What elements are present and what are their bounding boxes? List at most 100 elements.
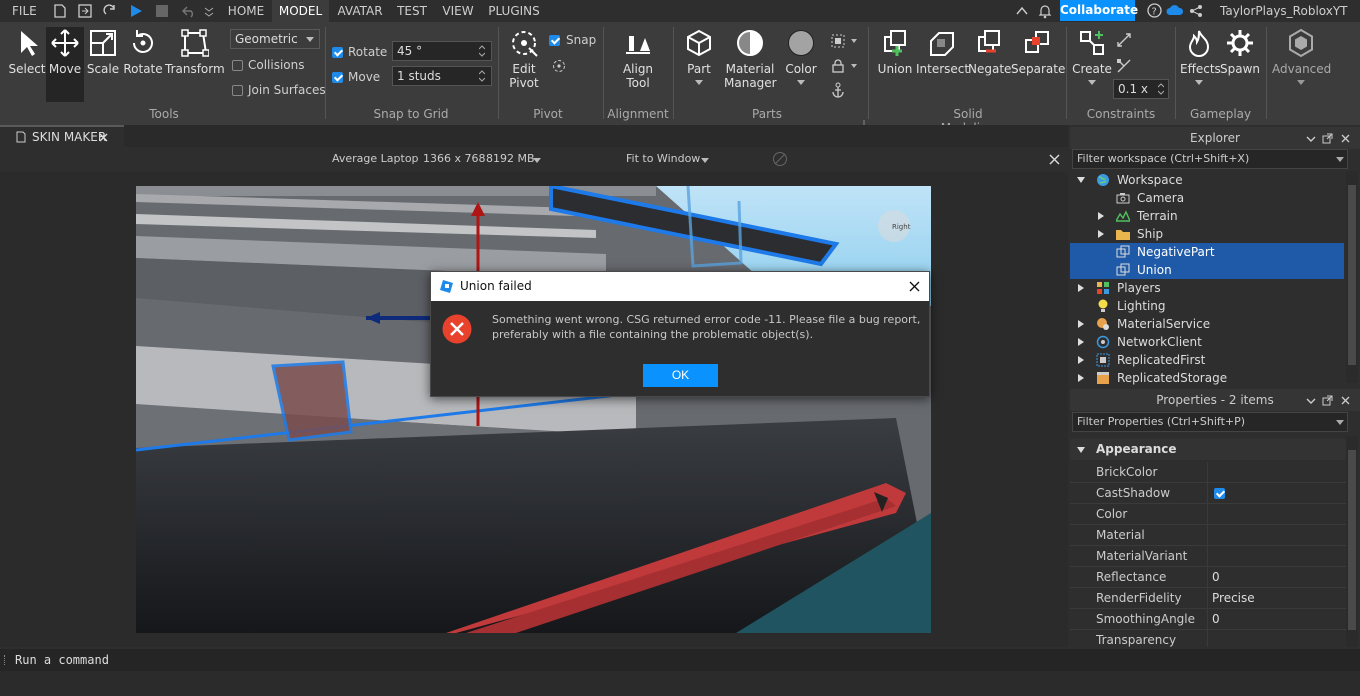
- tab-test[interactable]: TEST: [390, 0, 434, 22]
- chevron-down-icon[interactable]: [701, 158, 709, 163]
- constraint-details-icon[interactable]: [1116, 32, 1132, 52]
- castshadow-checkbox[interactable]: [1214, 488, 1225, 499]
- chevron-down-icon[interactable]: [533, 158, 541, 163]
- select-tool-button[interactable]: Select: [8, 28, 46, 76]
- 3d-viewport[interactable]: Right: [136, 186, 931, 633]
- tree-item-replicatedfirst[interactable]: ReplicatedFirst: [1070, 351, 1344, 369]
- collapse-ribbon-icon[interactable]: [1016, 5, 1028, 19]
- tree-item-ship[interactable]: Ship: [1070, 225, 1344, 243]
- popout-icon[interactable]: [1322, 395, 1333, 406]
- tree-item-replicatedstorage[interactable]: ReplicatedStorage: [1070, 369, 1344, 387]
- file-menu[interactable]: FILE: [12, 0, 37, 22]
- scrollbar-thumb[interactable]: [1348, 185, 1356, 365]
- help-icon[interactable]: ?: [1147, 3, 1162, 21]
- create-constraint-button[interactable]: Create: [1072, 28, 1112, 86]
- tab-plugins[interactable]: PLUGINS: [483, 0, 545, 22]
- constraint-scale-input[interactable]: 0.1 x: [1113, 79, 1169, 99]
- collapsed-arrow-icon[interactable]: [1078, 320, 1084, 328]
- expanded-arrow-icon[interactable]: [1077, 176, 1085, 184]
- edit-pivot-button[interactable]: Edit Pivot: [504, 28, 544, 90]
- property-row-color[interactable]: Color: [1070, 504, 1346, 525]
- property-row-reflectance[interactable]: Reflectance 0: [1070, 567, 1346, 588]
- property-row-materialvariant[interactable]: MaterialVariant: [1070, 546, 1346, 567]
- rotate-snap-checkbox[interactable]: [332, 47, 343, 58]
- tab-home[interactable]: HOME: [222, 0, 270, 22]
- spinner-icon[interactable]: [479, 70, 485, 82]
- notification-bell-icon[interactable]: [1038, 3, 1052, 22]
- property-value[interactable]: 0: [1212, 567, 1220, 588]
- anchor-icon[interactable]: [831, 82, 845, 102]
- properties-filter-input[interactable]: Filter Properties (Ctrl+Shift+P): [1072, 412, 1348, 432]
- collapsed-arrow-icon[interactable]: [1078, 356, 1084, 364]
- effects-button[interactable]: Effects: [1180, 28, 1221, 86]
- property-row-smoothingangle[interactable]: SmoothingAngle 0: [1070, 609, 1346, 630]
- undo-icon[interactable]: [182, 4, 196, 21]
- collapsed-arrow-icon[interactable]: [1078, 374, 1084, 382]
- transform-tool-button[interactable]: Transform: [165, 28, 225, 76]
- part-button[interactable]: Part: [680, 28, 718, 86]
- explorer-scrollbar[interactable]: [1346, 171, 1358, 383]
- tree-item-networkclient[interactable]: NetworkClient: [1070, 333, 1344, 351]
- collapsed-arrow-icon[interactable]: [1098, 230, 1104, 238]
- union-button[interactable]: Union: [874, 28, 916, 76]
- username-label[interactable]: TaylorPlays_RobloxYT: [1220, 0, 1348, 22]
- align-tool-button[interactable]: Align Tool: [613, 28, 663, 90]
- share-icon[interactable]: [1189, 4, 1203, 21]
- cloud-icon[interactable]: [1166, 4, 1184, 19]
- collapsed-arrow-icon[interactable]: [1078, 284, 1084, 292]
- pivot-snap-checkbox[interactable]: [549, 35, 560, 46]
- lock-icon[interactable]: [832, 58, 860, 77]
- geometric-dropdown[interactable]: Geometric: [230, 29, 320, 49]
- properties-scrollbar[interactable]: [1346, 436, 1358, 647]
- property-value[interactable]: Precise: [1212, 588, 1255, 609]
- new-file-icon[interactable]: [54, 4, 66, 21]
- redo-icon[interactable]: [103, 4, 117, 21]
- property-row-renderfidelity[interactable]: RenderFidelity Precise: [1070, 588, 1346, 609]
- command-input[interactable]: Run a command: [15, 649, 109, 671]
- property-value[interactable]: 0: [1212, 609, 1220, 630]
- spinner-icon[interactable]: [479, 45, 485, 57]
- scale-tool-button[interactable]: Scale: [84, 28, 122, 76]
- color-button[interactable]: Color: [782, 28, 820, 86]
- open-icon[interactable]: [78, 4, 92, 21]
- scene-render[interactable]: Right: [136, 186, 931, 633]
- close-icon[interactable]: [1341, 396, 1350, 405]
- memory-label[interactable]: 8192 MB: [486, 152, 535, 165]
- tree-item-players[interactable]: Players: [1070, 279, 1344, 297]
- fit-to-window-dropdown[interactable]: Fit to Window: [626, 152, 700, 165]
- join-surfaces-checkbox[interactable]: [232, 85, 243, 96]
- chevron-down-icon[interactable]: [1336, 157, 1344, 162]
- tree-item-workspace[interactable]: Workspace: [1070, 171, 1344, 189]
- doc-tab-skin-maker[interactable]: SKIN MAKER: [0, 125, 124, 147]
- chevron-down-icon[interactable]: [1306, 398, 1316, 404]
- property-row-castshadow[interactable]: CastShadow: [1070, 483, 1346, 504]
- close-tab-icon[interactable]: [99, 133, 108, 142]
- tab-avatar[interactable]: AVATAR: [332, 0, 388, 22]
- spinner-icon[interactable]: [1158, 83, 1164, 95]
- separate-button[interactable]: Separate: [1011, 28, 1065, 76]
- tab-view[interactable]: VIEW: [436, 0, 480, 22]
- tree-item-camera[interactable]: Camera: [1070, 189, 1344, 207]
- collaborate-button[interactable]: Collaborate: [1060, 0, 1138, 21]
- negate-button[interactable]: Negate: [968, 28, 1011, 76]
- stop-icon[interactable]: [156, 5, 168, 20]
- tree-item-negativepart[interactable]: NegativePart: [1070, 243, 1344, 261]
- intersect-button[interactable]: Intersect: [916, 28, 969, 76]
- explorer-filter-input[interactable]: Filter workspace (Ctrl+Shift+X): [1072, 149, 1348, 169]
- popout-icon[interactable]: [1322, 133, 1333, 144]
- property-row-material[interactable]: Material: [1070, 525, 1346, 546]
- weld-icon[interactable]: [1116, 58, 1132, 78]
- dialog-close-icon[interactable]: [909, 281, 920, 292]
- move-snap-checkbox[interactable]: [332, 72, 343, 83]
- quick-access-chevron-icon[interactable]: [204, 6, 214, 20]
- drag-grip-icon[interactable]: [4, 655, 7, 665]
- tree-item-terrain[interactable]: Terrain: [1070, 207, 1344, 225]
- scrollbar-thumb[interactable]: [1348, 450, 1356, 630]
- device-selector[interactable]: Average Laptop: [332, 152, 419, 165]
- expanded-arrow-icon[interactable]: [1077, 446, 1085, 454]
- group-icon[interactable]: [831, 33, 859, 52]
- rotate-tool-button[interactable]: Rotate: [122, 28, 164, 76]
- collapsed-arrow-icon[interactable]: [1078, 338, 1084, 346]
- property-row-transparency[interactable]: Transparency: [1070, 630, 1346, 647]
- play-icon[interactable]: [129, 4, 143, 21]
